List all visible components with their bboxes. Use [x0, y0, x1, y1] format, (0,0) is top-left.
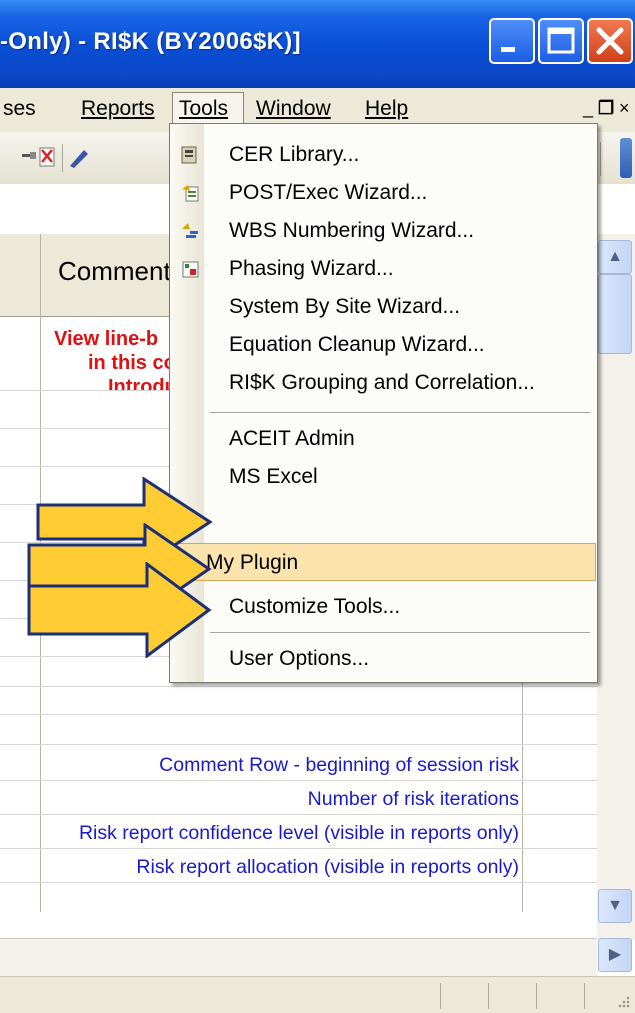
menu-post-exec-wizard[interactable]: POST/Exec Wizard...: [170, 174, 597, 212]
mdi-minimize-icon[interactable]: _: [583, 98, 593, 119]
menu-user-options[interactable]: User Options...: [170, 640, 597, 678]
scroll-up-button[interactable]: ▲: [598, 240, 632, 274]
edit-pen-icon: [70, 150, 88, 168]
annotation-arrow-3: [27, 562, 212, 658]
note-line-3: Introdu: [108, 376, 177, 390]
close-icon: [596, 27, 624, 55]
menu-ms-excel[interactable]: MS Excel: [170, 458, 597, 496]
grid-row-line: [0, 686, 597, 687]
menu-equation-cleanup-wizard[interactable]: Equation Cleanup Wizard...: [170, 326, 597, 364]
horizontal-scrollbar[interactable]: [0, 938, 597, 977]
grid-row-line: [0, 848, 597, 849]
menu-separator: [210, 632, 590, 633]
close-button[interactable]: [587, 18, 633, 64]
menu-cer-library[interactable]: CER Library...: [170, 136, 597, 174]
minimize-button[interactable]: [489, 18, 535, 64]
menu-item-tools[interactable]: Tools: [172, 92, 244, 126]
grid-row-line: [0, 780, 597, 781]
row-risk-iterations[interactable]: Number of risk iterations: [308, 788, 519, 811]
toolbar-icons: [22, 144, 88, 172]
grid-row-line: [0, 814, 597, 815]
resize-grip-icon[interactable]: [617, 995, 631, 1009]
row-risk-allocation[interactable]: Risk report allocation (visible in repor…: [136, 856, 519, 879]
menu-separator: [210, 412, 590, 413]
grid-row-line: [0, 714, 597, 715]
menu-my-plugin[interactable]: My Plugin: [171, 543, 596, 581]
row-comment-session-risk[interactable]: Comment Row - beginning of session risk: [159, 754, 519, 777]
menu-item-window[interactable]: Window: [256, 92, 331, 126]
menu-customize-tools[interactable]: Customize Tools...: [170, 588, 597, 626]
minimize-icon: [501, 47, 515, 52]
status-separator: [584, 983, 585, 1009]
restore-button[interactable]: [538, 18, 584, 64]
menu-wbs-numbering-wizard[interactable]: WBS Numbering Wizard...: [170, 212, 597, 250]
note-line-1: View line-b: [54, 328, 159, 350]
wbs-numbering-icon: [182, 223, 198, 238]
status-bar: [0, 976, 635, 1013]
mdi-restore-icon[interactable]: ❐: [598, 98, 614, 119]
mdi-close-icon[interactable]: ×: [619, 98, 630, 119]
tools-menu: CER Library... POST/Exec Wizard... WBS N…: [169, 123, 598, 683]
toolbar-overflow-icon[interactable]: [620, 138, 632, 178]
cer-library-icon: [181, 146, 197, 164]
phasing-wizard-icon: [182, 261, 199, 278]
menu-phasing-wizard[interactable]: Phasing Wizard...: [170, 250, 597, 288]
insert-row-icon: [22, 152, 36, 159]
delete-row-icon: [39, 147, 55, 167]
toolbar-separator: [600, 142, 601, 176]
status-separator: [440, 983, 441, 1009]
restore-icon: [547, 27, 575, 54]
menu-risk-grouping[interactable]: RI$K Grouping and Correlation...: [170, 364, 597, 402]
status-separator: [536, 983, 537, 1009]
status-separator: [488, 983, 489, 1009]
scroll-thumb[interactable]: [598, 274, 632, 354]
grid-row-line: [0, 882, 597, 883]
menu-system-by-site-wizard[interactable]: System By Site Wizard...: [170, 288, 597, 326]
menu-item-reports[interactable]: Reports: [81, 92, 155, 126]
menu-item-uses[interactable]: ses: [3, 92, 36, 126]
menu-aceit-admin[interactable]: ACEIT Admin: [170, 420, 597, 458]
menu-item-help[interactable]: Help: [365, 92, 408, 126]
window-title: -Only) - RI$K (BY2006$K)]: [0, 28, 301, 55]
post-exec-icon: [182, 185, 199, 202]
grid-row-line: [0, 744, 597, 745]
row-confidence-level[interactable]: Risk report confidence level (visible in…: [79, 822, 519, 845]
scroll-down-button[interactable]: ▼: [598, 889, 632, 923]
scroll-right-button[interactable]: ▶: [598, 938, 632, 972]
vertical-scrollbar[interactable]: ▲ ▼ ▶: [597, 234, 635, 972]
column-header-comment[interactable]: Comment: [58, 256, 171, 287]
title-bar: -Only) - RI$K (BY2006$K)]: [0, 0, 635, 88]
note-line-2: in this co: [88, 352, 176, 374]
